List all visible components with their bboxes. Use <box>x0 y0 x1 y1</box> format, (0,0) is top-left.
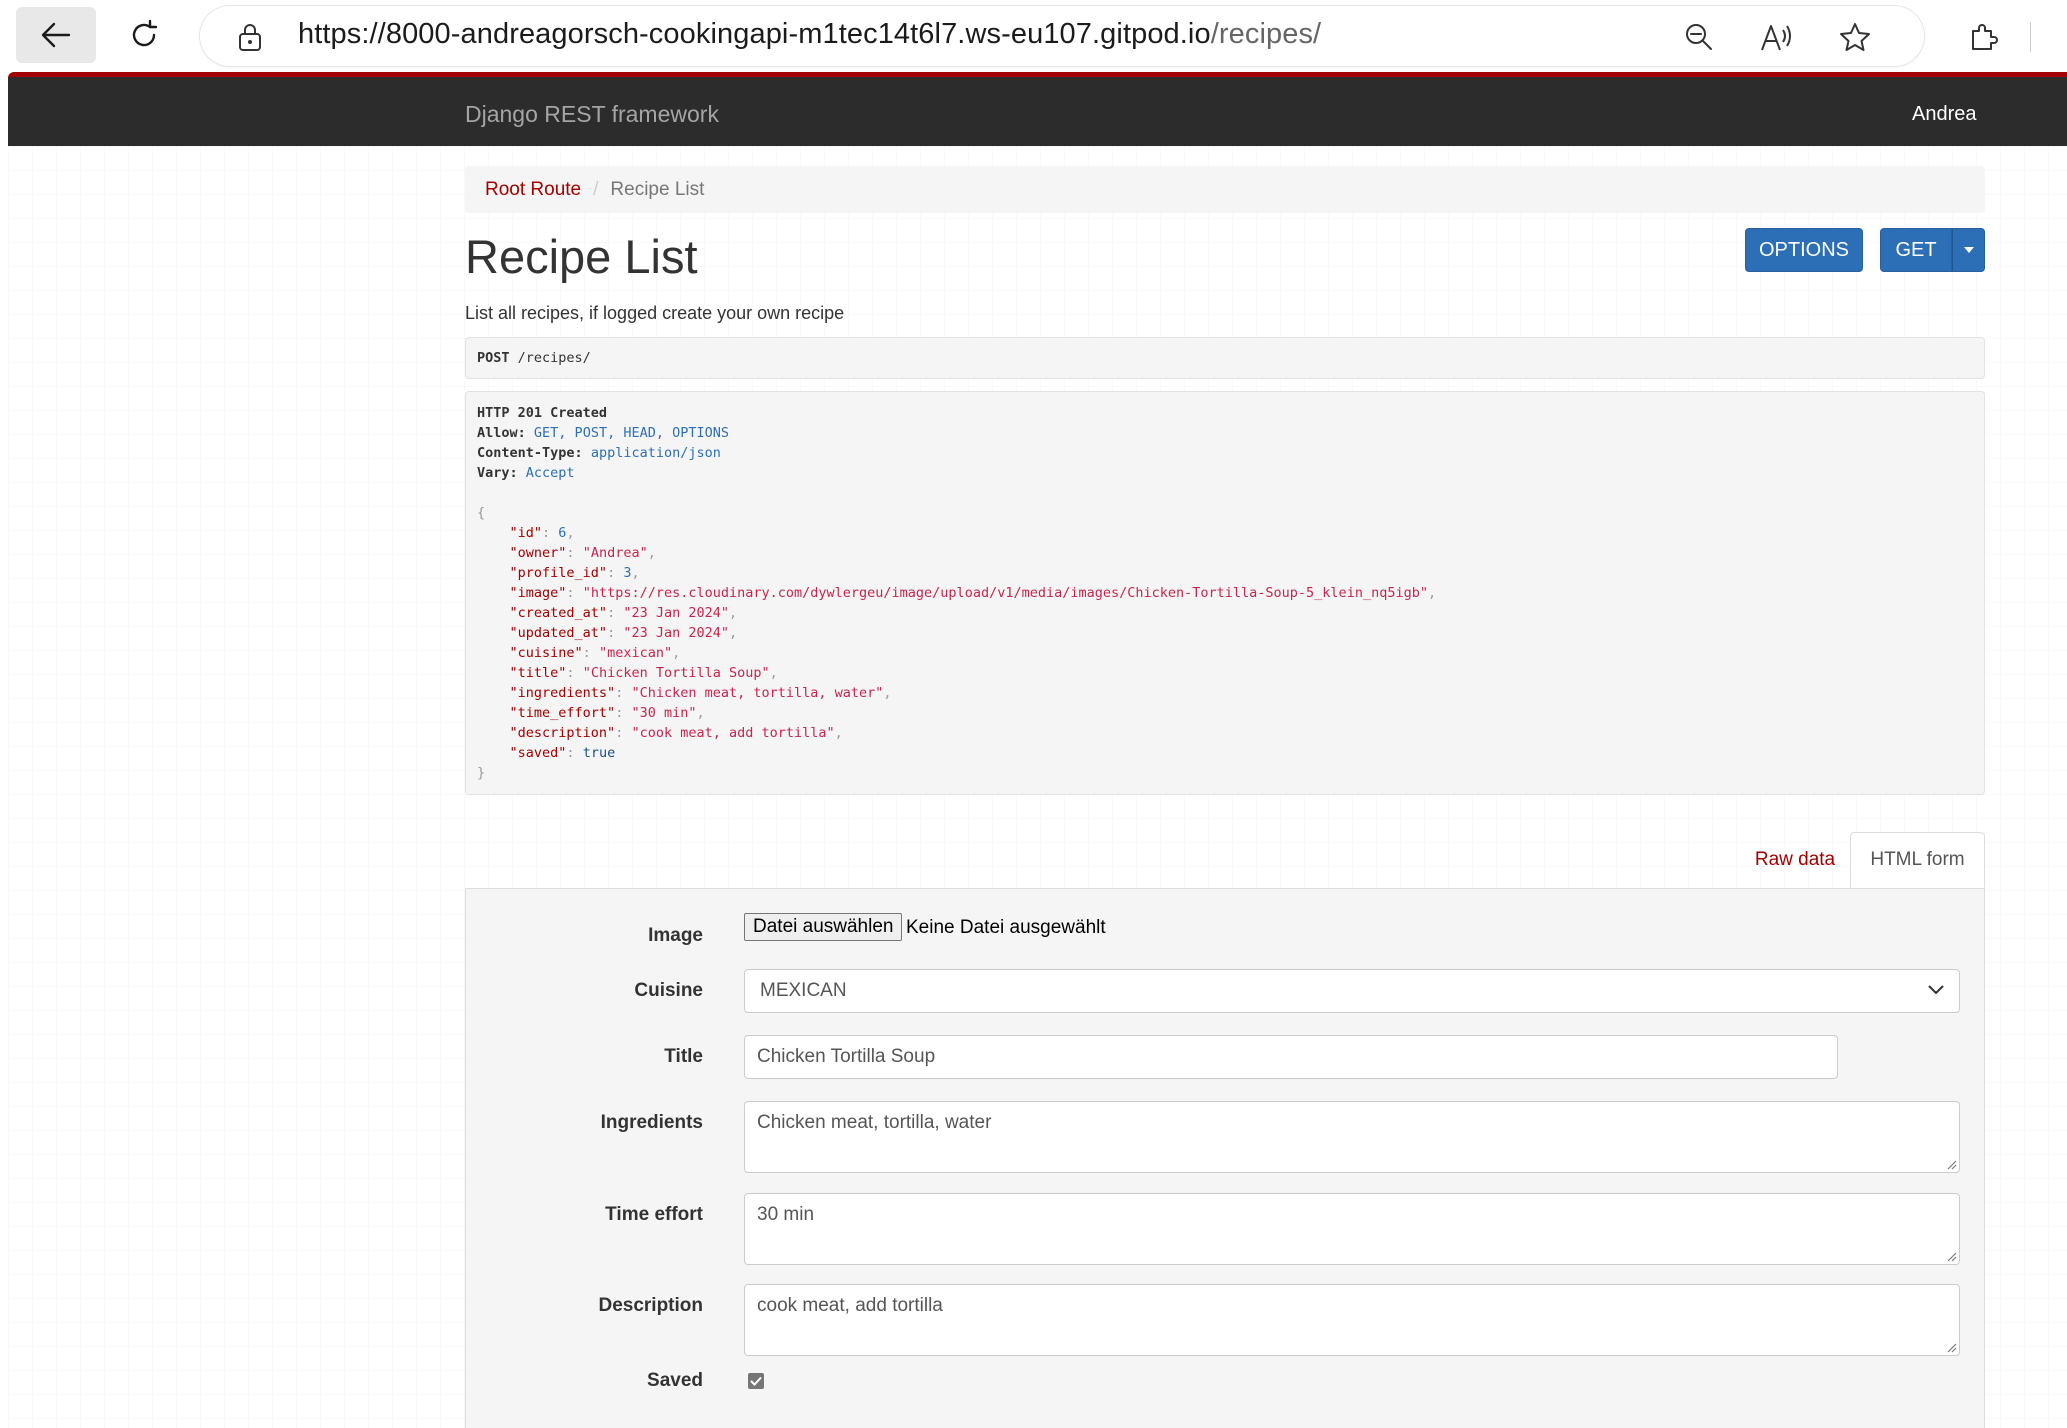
request-info: POST /recipes/ <box>465 337 1985 379</box>
resize-grip-icon[interactable] <box>1945 1158 1957 1170</box>
back-arrow-icon <box>41 22 71 48</box>
header-value: Accept <box>525 465 575 481</box>
json-value: "https://res.cloudinary.com/dywlergeu/im… <box>582 585 1428 601</box>
resize-grip-icon[interactable] <box>1945 1250 1957 1262</box>
request-method: POST <box>477 350 510 366</box>
breadcrumb: Root Route / Recipe List <box>465 166 1985 213</box>
back-button[interactable] <box>16 7 96 63</box>
read-aloud-icon[interactable] <box>1760 20 1794 54</box>
json-key: "owner" <box>509 545 567 561</box>
form-tabs: Raw data HTML form <box>465 832 1985 888</box>
ingredients-label: Ingredients <box>600 1112 703 1133</box>
content-container: Root Route / Recipe List Recipe List OPT… <box>465 166 1985 1428</box>
reload-button[interactable] <box>104 7 184 63</box>
title-input[interactable]: Chicken Tortilla Soup <box>744 1035 1838 1079</box>
breadcrumb-separator: / <box>593 178 599 200</box>
json-key: "saved" <box>509 745 567 761</box>
html-form-panel: Image Datei auswählen Keine Datei ausgew… <box>465 888 1985 1428</box>
lock-icon[interactable] <box>236 22 264 52</box>
address-bar[interactable]: https://8000-andreagorsch-cookingapi-m1t… <box>200 6 1924 66</box>
get-button[interactable]: GET <box>1880 228 1952 272</box>
response-info: HTTP 201 Created Allow: GET, POST, HEAD,… <box>465 391 1985 795</box>
header-value: application/json <box>590 445 721 461</box>
breadcrumb-current: Recipe List <box>610 178 705 200</box>
brand-link[interactable]: Django REST framework <box>465 101 719 128</box>
json-value: "Chicken Tortilla Soup" <box>582 665 770 681</box>
url-text[interactable]: https://8000-andreagorsch-cookingapi-m1t… <box>298 18 1321 51</box>
caret-down-icon <box>1963 247 1974 253</box>
resize-grip-icon[interactable] <box>1945 1341 1957 1353</box>
title-label: Title <box>664 1046 703 1067</box>
description-label: Description <box>598 1295 703 1316</box>
get-format-dropdown-button[interactable] <box>1952 228 1985 272</box>
file-status-text: Keine Datei ausgewählt <box>906 917 1106 938</box>
json-key: "title" <box>509 665 567 681</box>
response-status: HTTP 201 Created <box>477 405 608 421</box>
json-value: "Chicken meat, tortilla, water" <box>631 685 884 701</box>
user-menu[interactable]: Andrea <box>1912 103 1977 126</box>
json-brace: } <box>477 765 486 781</box>
ingredients-value: Chicken meat, tortilla, water <box>757 1112 992 1133</box>
cuisine-selected-value: MEXICAN <box>760 980 847 1001</box>
zoom-out-icon[interactable] <box>1682 20 1716 54</box>
chevron-down-icon <box>1928 985 1944 995</box>
url-host: https://8000-andreagorsch-cookingapi-m1t… <box>298 18 1211 50</box>
description-textarea[interactable]: cook meat, add tortilla <box>744 1284 1960 1356</box>
json-value: "cook meat, add tortilla" <box>631 725 835 741</box>
json-key: "created_at" <box>509 605 608 621</box>
json-key: "description" <box>509 725 616 741</box>
json-value: "23 Jan 2024" <box>623 625 729 641</box>
json-value: "mexican" <box>598 645 673 661</box>
json-key: "image" <box>509 585 567 601</box>
saved-checkbox[interactable] <box>748 1373 764 1389</box>
json-key: "id" <box>509 525 543 541</box>
browser-toolbar: https://8000-andreagorsch-cookingapi-m1t… <box>0 0 2067 72</box>
json-key: "profile_id" <box>509 565 608 581</box>
time-effort-value: 30 min <box>757 1204 815 1225</box>
reload-icon <box>132 19 158 47</box>
saved-label: Saved <box>647 1370 703 1391</box>
json-key: "time_effort" <box>509 705 616 721</box>
json-value: "Andrea" <box>582 545 648 561</box>
header-name: Vary: <box>477 465 518 481</box>
image-label: Image <box>648 925 703 946</box>
extensions-icon[interactable] <box>1966 20 2000 54</box>
drf-navbar: Django REST framework Andrea <box>8 72 2067 146</box>
toolbar-divider <box>2030 22 2031 52</box>
tab-html-form[interactable]: HTML form <box>1850 832 1985 888</box>
json-brace: { <box>477 505 486 521</box>
description-value: cook meat, add tortilla <box>757 1295 943 1316</box>
page-title: Recipe List <box>465 230 698 283</box>
tab-raw-data[interactable]: Raw data <box>1745 832 1845 888</box>
time-effort-textarea[interactable]: 30 min <box>744 1193 1960 1265</box>
breadcrumb-root-link[interactable]: Root Route <box>485 179 581 201</box>
json-key: "updated_at" <box>509 625 608 641</box>
ingredients-textarea[interactable]: Chicken meat, tortilla, water <box>744 1101 1960 1173</box>
cuisine-label: Cuisine <box>634 980 703 1001</box>
json-value: "30 min" <box>631 705 697 721</box>
cuisine-select[interactable]: MEXICAN <box>744 969 1960 1013</box>
url-path: /recipes/ <box>1210 18 1322 50</box>
header-row: Recipe List OPTIONS GET <box>465 227 1985 307</box>
time-effort-label: Time effort <box>605 1204 703 1225</box>
request-path: /recipes/ <box>517 350 591 366</box>
json-value: "23 Jan 2024" <box>623 605 729 621</box>
options-button[interactable]: OPTIONS <box>1745 228 1863 272</box>
checkmark-icon <box>750 1376 762 1386</box>
json-key: "ingredients" <box>509 685 616 701</box>
header-name: Allow: <box>477 425 526 441</box>
json-value: true <box>582 745 616 761</box>
choose-file-button[interactable]: Datei auswählen <box>744 913 903 941</box>
header-name: Content-Type: <box>477 445 583 461</box>
header-value: GET, POST, HEAD, OPTIONS <box>533 425 729 441</box>
favorite-star-icon[interactable] <box>1838 20 1872 54</box>
json-key: "cuisine" <box>509 645 583 661</box>
